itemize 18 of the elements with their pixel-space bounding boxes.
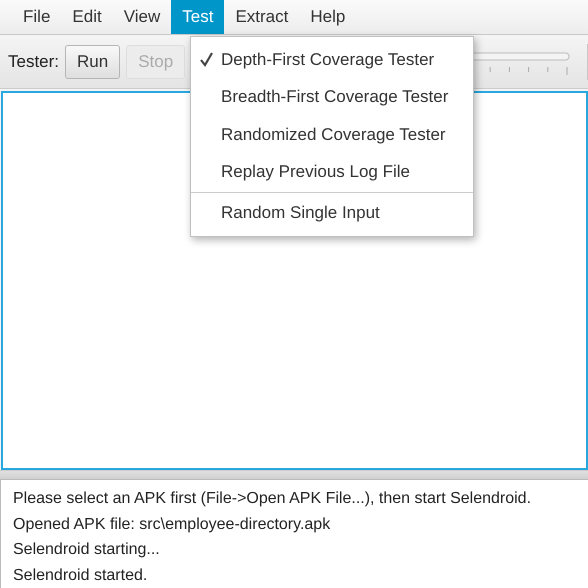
log-line: Selendroid started. [13,566,148,586]
log-line: Selendroid starting... [13,540,161,560]
menu-item[interactable]: View [112,0,172,34]
menu-option[interactable]: Depth-First Coverage Tester [191,41,473,78]
menu-option[interactable]: Breadth-First Coverage Tester [191,78,473,116]
menu-option[interactable]: Random Single Input [191,194,473,232]
checkmark-icon [198,52,214,68]
splitter-bar[interactable] [0,470,588,480]
tester-label: Tester: [8,52,60,72]
log-line: Opened APK file: src\employee-directory.apk [13,514,332,535]
menu-item[interactable]: Help [299,0,356,34]
menu-item[interactable]: Extract [224,0,300,34]
log-line: Please select an APK first (File->Open APK File...), then start Selendroid. [13,489,532,509]
menu-option[interactable]: Randomized Coverage Tester [191,116,473,154]
toolbar-button[interactable]: Run [65,44,120,78]
menu-item[interactable]: File [12,0,62,34]
menu-option[interactable]: Replay Previous Log File [191,154,473,191]
menu-item[interactable]: Edit [61,0,113,34]
